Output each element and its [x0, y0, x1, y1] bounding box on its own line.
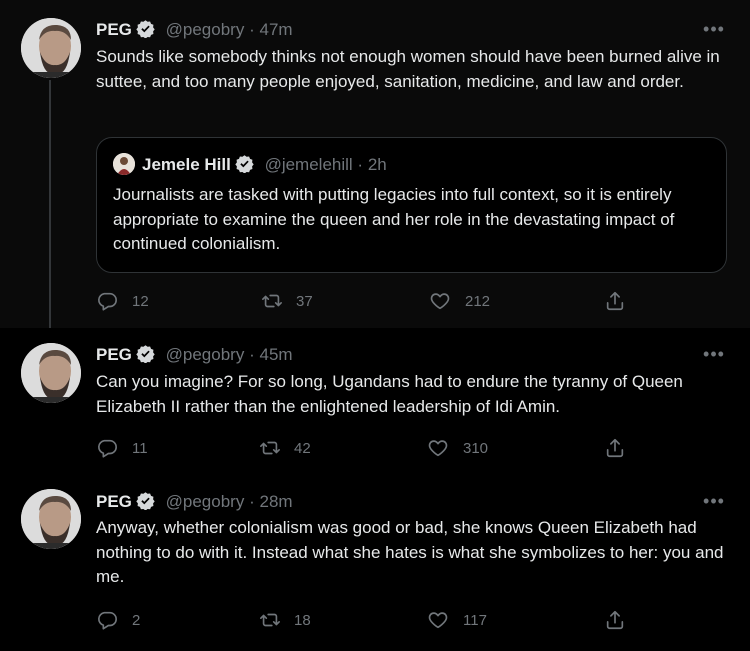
- share-button[interactable]: [604, 436, 626, 460]
- reply-count: 2: [132, 611, 141, 629]
- retweet-icon: [258, 609, 282, 631]
- reply-button[interactable]: 11: [96, 436, 148, 460]
- avatar[interactable]: [21, 343, 81, 403]
- retweet-count: 42: [294, 439, 311, 457]
- reply-button[interactable]: 12: [96, 289, 149, 313]
- tweet-thread: PEG @pegobry · 47m ••• Sounds like someb…: [0, 0, 750, 651]
- like-count: 310: [463, 439, 489, 457]
- tweet-actions: 12 37 212: [96, 289, 636, 313]
- share-icon: [604, 290, 626, 312]
- verified-badge-icon: [136, 344, 155, 369]
- verified-badge-icon: [136, 19, 155, 44]
- author-name[interactable]: PEG: [96, 492, 132, 511]
- more-options-icon[interactable]: •••: [702, 345, 726, 365]
- tweet-actions: 11 42 310: [96, 436, 636, 460]
- like-button[interactable]: 212: [429, 289, 490, 313]
- reply-icon: [96, 437, 118, 459]
- reply-icon: [96, 609, 118, 631]
- tweet-actions: 2 18 117: [96, 608, 636, 632]
- quoted-avatar: [113, 153, 135, 175]
- reply-count: 11: [132, 439, 148, 457]
- verified-badge-icon: [235, 154, 254, 179]
- separator-dot: ·: [249, 345, 255, 364]
- quoted-tweet-header: Jemele Hill @jemelehill · 2h: [113, 153, 387, 175]
- retweet-icon: [258, 437, 282, 459]
- tweet-header: PEG @pegobry · 28m: [96, 491, 293, 513]
- reply-count: 12: [132, 292, 149, 310]
- share-icon: [604, 437, 626, 459]
- author-name[interactable]: PEG: [96, 345, 132, 364]
- quoted-timestamp: 2h: [367, 155, 387, 174]
- retweet-button[interactable]: 42: [258, 436, 311, 460]
- heart-icon: [427, 609, 449, 631]
- verified-badge-icon: [136, 491, 155, 516]
- quoted-tweet[interactable]: Jemele Hill @jemelehill · 2h Journalists…: [96, 137, 727, 273]
- tweet[interactable]: PEG @pegobry · 28m ••• Anyway, whether c…: [0, 472, 750, 651]
- avatar[interactable]: [21, 18, 81, 78]
- timestamp[interactable]: 45m: [259, 345, 292, 364]
- more-options-icon[interactable]: •••: [702, 492, 726, 512]
- heart-icon: [429, 290, 451, 312]
- share-button[interactable]: [604, 608, 626, 632]
- heart-icon: [427, 437, 449, 459]
- tweet-header: PEG @pegobry · 47m: [96, 19, 293, 41]
- separator-dot: ·: [249, 20, 255, 39]
- tweet-text: Can you imagine? For so long, Ugandans h…: [96, 372, 683, 416]
- separator-dot: ·: [249, 492, 255, 511]
- tweet[interactable]: PEG @pegobry · 47m ••• Sounds like someb…: [0, 0, 750, 328]
- retweet-button[interactable]: 18: [258, 608, 311, 632]
- quoted-author-handle: @jemelehill: [264, 155, 353, 174]
- like-button[interactable]: 310: [427, 436, 488, 460]
- author-handle[interactable]: @pegobry: [166, 345, 245, 364]
- share-button[interactable]: [604, 289, 626, 313]
- timestamp[interactable]: 28m: [259, 492, 292, 511]
- avatar[interactable]: [21, 489, 81, 549]
- retweet-count: 18: [294, 611, 311, 629]
- retweet-icon: [260, 290, 284, 312]
- separator-dot: ·: [357, 155, 364, 174]
- author-handle[interactable]: @pegobry: [166, 492, 245, 511]
- more-options-icon[interactable]: •••: [702, 20, 726, 40]
- share-icon: [604, 609, 626, 631]
- quoted-tweet-text: Journalists are tasked with putting lega…: [113, 185, 675, 253]
- tweet[interactable]: PEG @pegobry · 45m ••• Can you imagine? …: [0, 328, 750, 472]
- thread-connector: [49, 80, 51, 328]
- quoted-author-name: Jemele Hill: [142, 155, 231, 174]
- like-count: 212: [465, 292, 491, 310]
- reply-icon: [96, 290, 118, 312]
- tweet-text: Anyway, whether colonialism was good or …: [96, 518, 724, 586]
- tweet-header: PEG @pegobry · 45m: [96, 344, 293, 366]
- reply-button[interactable]: 2: [96, 608, 140, 632]
- like-button[interactable]: 117: [427, 608, 487, 632]
- author-name[interactable]: PEG: [96, 20, 132, 39]
- retweet-count: 37: [296, 292, 313, 310]
- author-handle[interactable]: @pegobry: [166, 20, 245, 39]
- tweet-text: Sounds like somebody thinks not enough w…: [96, 47, 720, 91]
- retweet-button[interactable]: 37: [260, 289, 313, 313]
- timestamp[interactable]: 47m: [259, 20, 292, 39]
- like-count: 117: [463, 611, 487, 629]
